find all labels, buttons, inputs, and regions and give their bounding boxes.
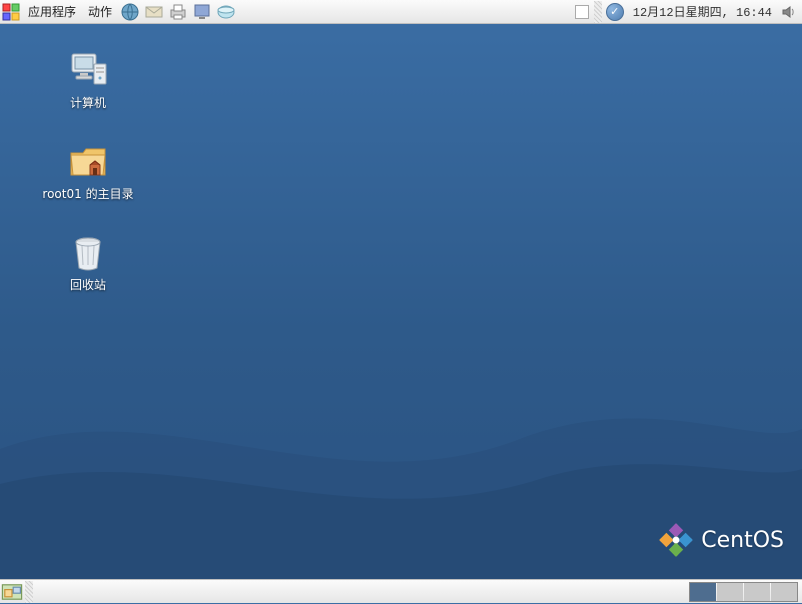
desktop-icon-home-label: root01 的主目录 [42,185,133,202]
launcher-terminal-icon[interactable] [214,0,238,24]
show-desktop-icon [0,580,24,604]
main-menu-icon[interactable] [2,3,20,21]
panel-left: 应用程序 动作 [0,0,238,23]
centos-brand: CentOS [659,523,784,557]
desktop[interactable]: CentOS 计算机 root01 的 [0,24,802,579]
workspace-3[interactable] [744,583,770,601]
launcher-monitor-icon[interactable] [190,0,214,24]
clock[interactable]: 12月12日星期四, 16:44 [627,3,778,20]
desktop-icons: 计算机 root01 的主目录 回收站 [40,52,136,293]
actions-menu-label: 动作 [88,3,112,20]
panel-right: 12月12日星期四, 16:44 [575,0,802,23]
computer-icon [68,52,108,90]
desktop-icon-home[interactable]: root01 的主目录 [40,143,136,202]
centos-brand-label: CentOS [701,528,784,553]
centos-logo-icon [659,523,693,557]
workspace-2[interactable] [717,583,743,601]
desktop-icon-computer[interactable]: 计算机 [40,52,136,111]
top-panel: 应用程序 动作 12月12日星期四, 16:44 [0,0,802,24]
update-notifier-icon[interactable] [606,3,624,21]
actions-menu[interactable]: 动作 [82,0,118,23]
clock-label: 12月12日星期四, 16:44 [633,6,772,20]
desktop-icon-trash[interactable]: 回收站 [40,234,136,293]
show-desktop-button[interactable] [0,580,24,604]
launcher-web-icon[interactable] [118,0,142,24]
panel-grip-icon [594,1,602,23]
applications-menu-label: 应用程序 [28,3,76,20]
applications-menu[interactable]: 应用程序 [22,0,82,23]
launcher-print-icon[interactable] [166,0,190,24]
bottom-panel [0,579,802,603]
desktop-icon-trash-label: 回收站 [70,276,106,293]
workspace-pager[interactable] [689,582,798,602]
workspace-4[interactable] [771,583,797,601]
tray-applet-icon[interactable] [575,5,589,19]
desktop-icon-computer-label: 计算机 [70,94,106,111]
panel-grip-bottom-icon [25,581,33,603]
launcher-mail-icon[interactable] [142,0,166,24]
volume-icon[interactable] [781,4,797,20]
workspace-1[interactable] [690,583,716,601]
trash-icon [68,234,108,272]
home-folder-icon [68,143,108,181]
